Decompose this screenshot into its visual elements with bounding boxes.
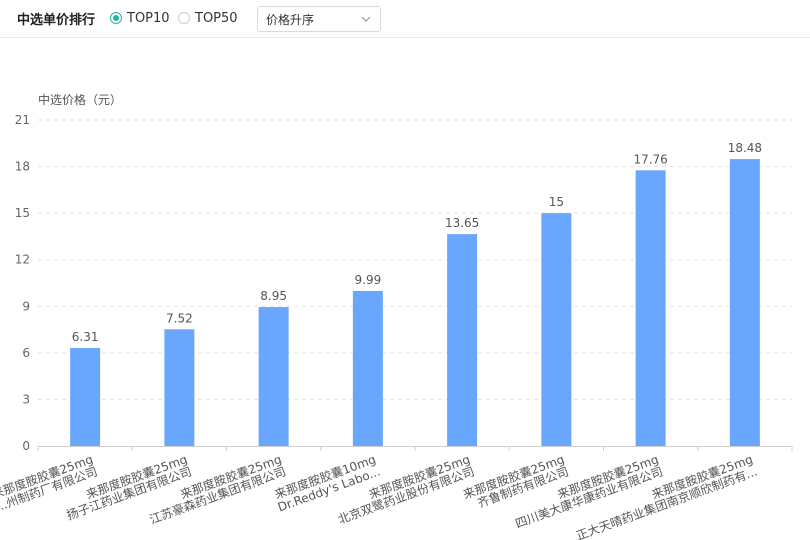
bar-value-label: 18.48 <box>728 141 762 155</box>
bar-value-label: 7.52 <box>166 311 193 325</box>
bar <box>70 348 101 446</box>
y-tick-label: 18 <box>15 160 30 174</box>
bar-value-label: 6.31 <box>72 330 99 344</box>
bar-value-label: 13.65 <box>445 216 479 230</box>
bar <box>541 213 572 446</box>
bar-value-label: 15 <box>549 195 564 209</box>
bar-chart: 0369121518216.31来那度胺胶囊25mg...州制药厂有限公司7.5… <box>0 113 793 540</box>
bar-value-label: 17.76 <box>633 152 667 166</box>
bar <box>352 290 383 446</box>
bar <box>447 234 478 446</box>
y-tick-label: 15 <box>15 206 30 220</box>
bar-value-label: 9.99 <box>355 273 382 287</box>
bar <box>258 307 289 446</box>
y-tick-label: 9 <box>22 299 30 313</box>
bar-value-label: 8.95 <box>260 289 287 303</box>
y-tick-label: 0 <box>22 439 30 453</box>
bar <box>729 159 760 446</box>
y-tick-label: 12 <box>15 253 30 267</box>
bar <box>164 329 195 446</box>
y-tick-label: 21 <box>15 113 30 127</box>
bar <box>635 170 666 446</box>
y-tick-label: 6 <box>22 346 30 360</box>
y-tick-label: 3 <box>22 392 30 406</box>
